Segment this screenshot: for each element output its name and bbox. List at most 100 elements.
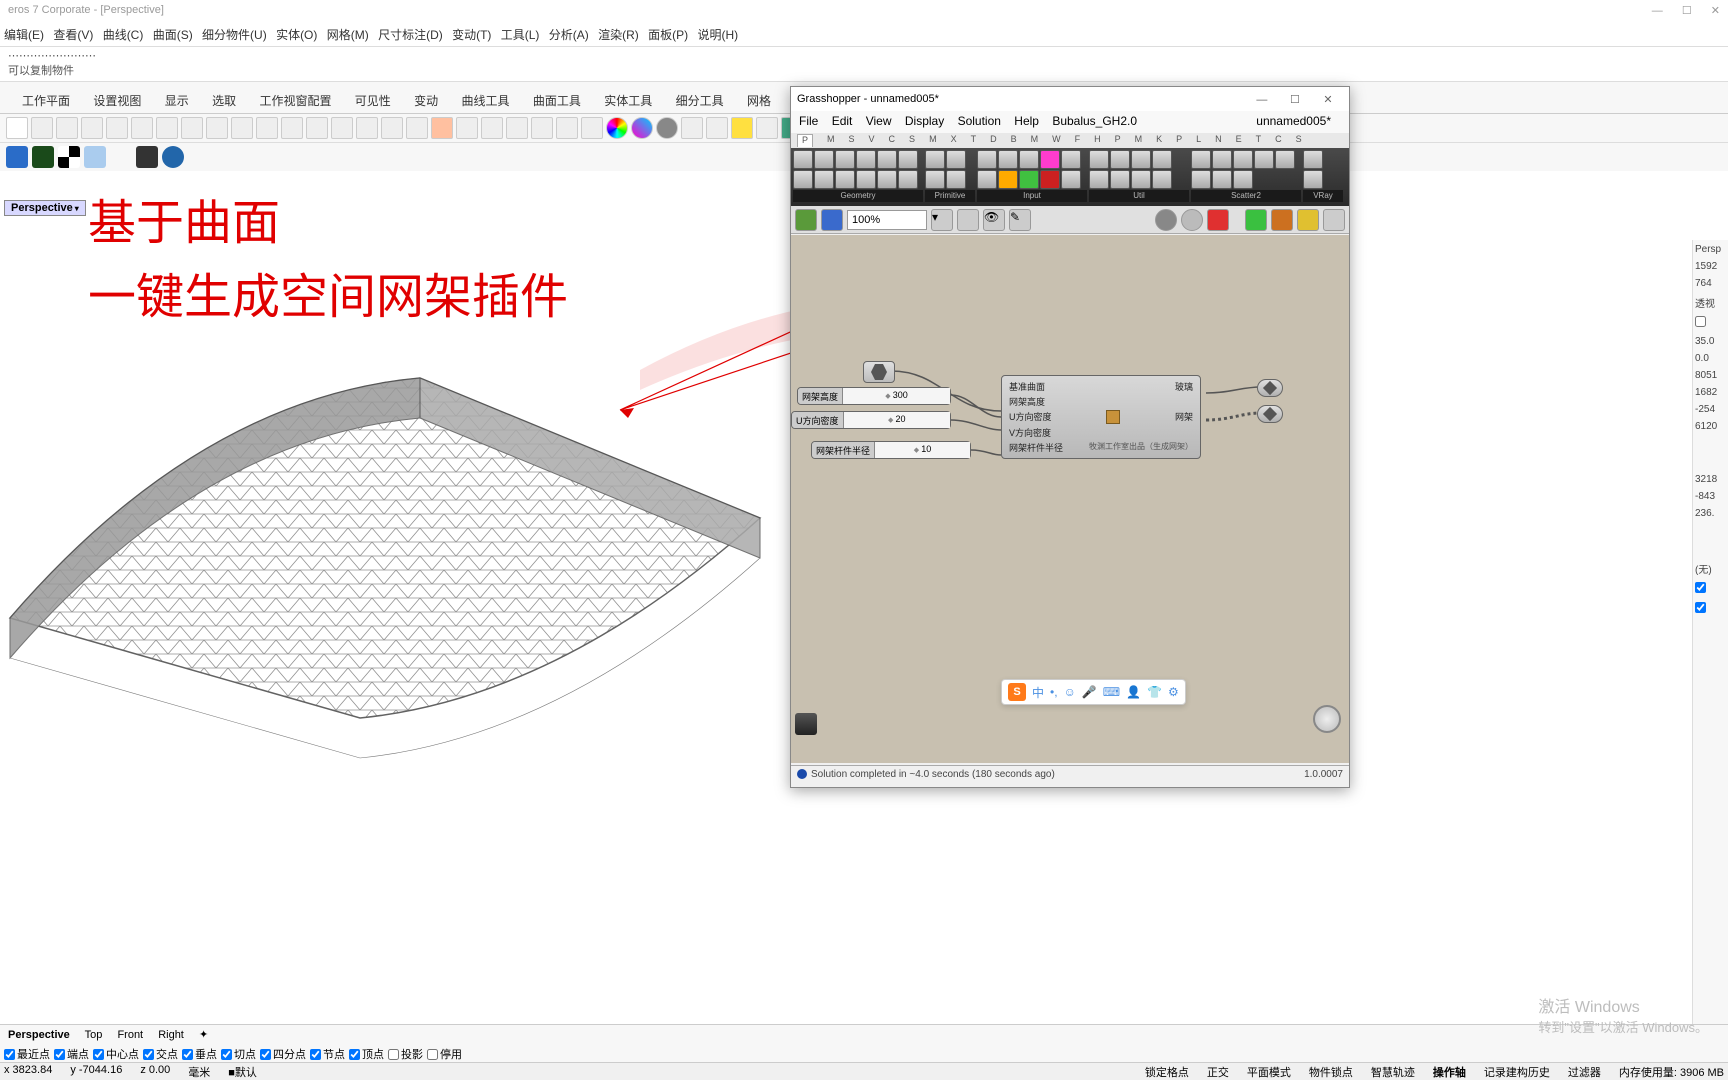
tab-subdtools[interactable]: 细分工具	[666, 88, 734, 113]
tab-setview[interactable]: 设置视图	[83, 88, 151, 113]
gh-zoom-input[interactable]	[847, 210, 927, 230]
gh-tab[interactable]: F	[1075, 134, 1081, 147]
ime-lang[interactable]: 中	[1032, 684, 1044, 701]
sun-icon[interactable]	[581, 117, 603, 139]
tool-icon-3[interactable]	[506, 117, 528, 139]
gh-menu-bubalus[interactable]: Bubalus_GH2.0	[1052, 114, 1137, 128]
gh-solver-icon[interactable]	[1245, 209, 1267, 231]
gh-lock-icon[interactable]	[1271, 209, 1293, 231]
open-icon[interactable]	[31, 117, 53, 139]
menu-tools[interactable]: 工具(L)	[501, 28, 540, 42]
gh-tab[interactable]: H	[1094, 134, 1101, 147]
pan-icon[interactable]	[231, 117, 253, 139]
slider-value[interactable]: 10	[875, 442, 970, 458]
osnap-disable[interactable]: 停用	[427, 1046, 462, 1062]
tab-surfacetools[interactable]: 曲面工具	[523, 88, 591, 113]
ime-user-icon[interactable]: 👤	[1126, 685, 1141, 699]
ribbon-icon[interactable]	[877, 150, 897, 169]
gh-preview-icon[interactable]: 👁	[983, 209, 1005, 231]
ribbon-icon[interactable]	[998, 150, 1018, 169]
ime-punct-icon[interactable]: •,	[1050, 685, 1058, 699]
ribbon-icon[interactable]	[1254, 150, 1274, 169]
minimize-button[interactable]: —	[1652, 5, 1663, 17]
status-gridsnap[interactable]: 锁定格点	[1145, 1064, 1189, 1079]
ime-tools-icon[interactable]: ⚙	[1168, 685, 1179, 699]
ribbon-icon[interactable]	[898, 150, 918, 169]
osnap-perp[interactable]: 垂点	[182, 1046, 217, 1062]
gh-canvas[interactable]: 网架高度 300 U方向密度 20 网架杆件半径 10 基准曲面玻璃 网架高度 …	[791, 235, 1349, 763]
osnap-quad[interactable]: 四分点	[260, 1046, 306, 1062]
tab-curvetools[interactable]: 曲线工具	[452, 88, 520, 113]
ribbon-icon[interactable]	[1191, 150, 1211, 169]
gh-menu-solution[interactable]: Solution	[958, 114, 1001, 128]
gh-tab[interactable]: P	[1176, 134, 1182, 147]
gh-tab[interactable]: X	[951, 134, 957, 147]
tool-icon-4[interactable]	[531, 117, 553, 139]
gh-sketch-icon[interactable]: ✎	[1009, 209, 1031, 231]
gh-minimize[interactable]: —	[1247, 94, 1277, 106]
osnap-proj[interactable]: 投影	[388, 1046, 423, 1062]
gh-output-param-2[interactable]	[1257, 405, 1283, 423]
comp-input[interactable]: V方向密度	[1009, 426, 1051, 439]
menu-subd[interactable]: 细分物件(U)	[202, 28, 267, 42]
tab-display[interactable]: 显示	[155, 88, 199, 113]
ribbon-icon[interactable]	[814, 150, 834, 169]
gh-tab[interactable]: M	[827, 134, 835, 147]
gh-shade-icon[interactable]	[1207, 209, 1229, 231]
ribbon-icon[interactable]	[1019, 170, 1039, 189]
gh-tab[interactable]: S	[1296, 134, 1302, 147]
side-check-2[interactable]	[1695, 582, 1706, 593]
paste-icon[interactable]	[156, 117, 178, 139]
menu-render[interactable]: 渲染(R)	[598, 28, 639, 42]
ribbon-icon[interactable]	[1110, 150, 1130, 169]
comp-input[interactable]: 网架高度	[1009, 395, 1045, 408]
comp-output[interactable]: 玻璃	[1175, 380, 1193, 393]
menu-analyze[interactable]: 分析(A)	[549, 28, 589, 42]
zoomsel-icon[interactable]	[331, 117, 353, 139]
gh-tab[interactable]: T	[1256, 134, 1262, 147]
perspective-viewport[interactable]	[0, 218, 790, 1028]
gh-output-param-1[interactable]	[1257, 379, 1283, 397]
menu-mesh[interactable]: 网格(M)	[327, 28, 369, 42]
ribbon-icon[interactable]	[1131, 170, 1151, 189]
ribbon-icon[interactable]	[1019, 150, 1039, 169]
gh-slider-height[interactable]: 网架高度 300	[797, 387, 951, 405]
status-osnap[interactable]: 物件锁点	[1309, 1064, 1353, 1079]
gh-category-tabs[interactable]: P MS VC SM XT DB MW FH PM KP LN ET CS	[791, 133, 1349, 148]
ribbon-icon[interactable]	[814, 170, 834, 189]
ime-skin-icon[interactable]: 👕	[1147, 685, 1162, 699]
ribbon-icon[interactable]	[835, 170, 855, 189]
gh-tab[interactable]: C	[889, 134, 896, 147]
osnap-near[interactable]: 最近点	[4, 1046, 50, 1062]
gh-tab[interactable]: E	[1236, 134, 1242, 147]
gh-tab[interactable]: C	[1275, 134, 1282, 147]
gh-tab[interactable]: M	[1135, 134, 1143, 147]
ribbon-icon[interactable]	[925, 150, 945, 169]
color-icon[interactable]	[606, 117, 628, 139]
gh-menu-help[interactable]: Help	[1014, 114, 1039, 128]
gh-tab[interactable]: M	[1031, 134, 1039, 147]
status-history[interactable]: 记录建构历史	[1484, 1064, 1550, 1079]
status-planar[interactable]: 平面模式	[1247, 1064, 1291, 1079]
gh-canvas-origin-icon[interactable]	[795, 713, 817, 735]
gh-display-icon[interactable]	[1155, 209, 1177, 231]
gh-tab[interactable]: N	[1215, 134, 1222, 147]
menu-dimension[interactable]: 尺寸标注(D)	[378, 28, 443, 42]
ribbon-icon[interactable]	[1191, 170, 1211, 189]
cloud-icon[interactable]	[84, 146, 106, 168]
vtab-top[interactable]: Top	[85, 1029, 103, 1041]
gh-menu-file[interactable]: File	[799, 114, 818, 128]
ribbon-icon[interactable]	[856, 170, 876, 189]
plugin-icon-2[interactable]	[32, 146, 54, 168]
gh-tab[interactable]: L	[1196, 134, 1201, 147]
rotate-icon[interactable]	[256, 117, 278, 139]
osnap-tan[interactable]: 切点	[221, 1046, 256, 1062]
tool-icon-1[interactable]	[456, 117, 478, 139]
gh-open-icon[interactable]	[795, 209, 817, 231]
gh-tab[interactable]: D	[990, 134, 997, 147]
redo-icon[interactable]	[206, 117, 228, 139]
vtab-front[interactable]: Front	[117, 1029, 143, 1041]
ribbon-icon[interactable]	[1212, 170, 1232, 189]
ribbon-icon[interactable]	[1233, 170, 1253, 189]
viewport-label[interactable]: Perspective	[4, 200, 86, 216]
